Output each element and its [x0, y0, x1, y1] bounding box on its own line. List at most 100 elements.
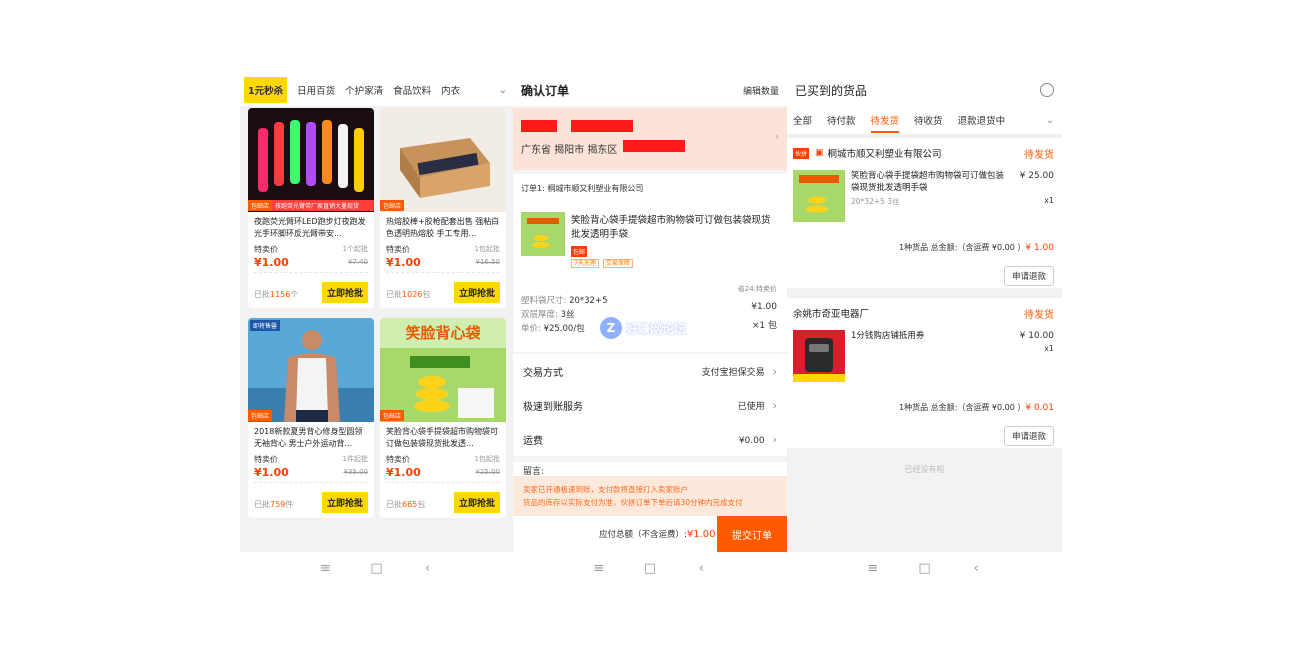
price-label: 特卖价: [254, 455, 278, 464]
goods-price: ¥1.00: [751, 302, 777, 312]
shop-name: 桐城市顺又利塑业有限公司: [827, 149, 942, 160]
product-image: [380, 108, 506, 212]
order-card[interactable]: 余姚市奇亚电器厂 待发货 1分钱购店铺抵用券 ¥ 10.00 x1 1种货品 总…: [787, 298, 1062, 448]
goods-quantity: x1: [1044, 196, 1054, 205]
sold-count: 已批1026包: [386, 289, 430, 300]
sum-label: 1种货品 总金额:（含运费 ¥0.00 ）: [899, 243, 1026, 252]
request-refund-button[interactable]: 申请退款: [1003, 426, 1054, 446]
total-label: 应付总额（不含运费）:: [599, 530, 687, 540]
product-card[interactable]: 包邮店 热熔胶棒+胶枪配套出售 强粘白色透明热熔胶 手工专用... 特卖价 1包…: [380, 108, 506, 308]
back-icon[interactable]: ‹: [418, 561, 438, 576]
product-card[interactable]: 包邮店 夜跑荧光臂带厂家直销大量现货 夜跑荧光臂环LED跑步灯夜跑发光手环脚环反…: [248, 108, 374, 308]
original-price: ¥35.00: [343, 468, 369, 476]
goods-spec: 20*32+5 3丝: [851, 197, 900, 206]
order-shop: 伙拼 ▣ 桐城市顺又利塑业有限公司: [793, 146, 942, 160]
chevron-down-icon[interactable]: ⌄: [499, 85, 507, 96]
original-price: ¥7.40: [347, 258, 368, 266]
buy-now-button[interactable]: 立即抢批: [453, 282, 500, 303]
back-icon[interactable]: ‹: [966, 561, 986, 576]
chevron-right-icon: ›: [774, 130, 779, 143]
goods-quantity: x1: [1044, 344, 1054, 353]
product-card[interactable]: 即将售罄 包邮店 2018新款夏男背心修身型圆领无袖背心 男士户外运动背... …: [248, 318, 374, 518]
android-nav-bar: ≡ □ ‹: [513, 552, 787, 584]
order-card[interactable]: 伙拼 ▣ 桐城市顺又利塑业有限公司 待发货 笑脸背心袋手提袋超市购物袋可订做包装…: [787, 138, 1062, 288]
sold-prefix: 已批: [254, 290, 270, 299]
category-tab[interactable]: 个护家清: [345, 83, 383, 97]
spec-thickness: 双层厚度: 3丝: [521, 308, 575, 320]
order-status: 待发货: [1024, 310, 1054, 321]
order-status: 待发货: [1024, 150, 1054, 161]
home-icon[interactable]: □: [640, 561, 660, 576]
header: 确认订单 编辑数量: [513, 74, 787, 106]
category-tab[interactable]: 日用百货: [297, 83, 335, 97]
payment-notice: 卖家已开通极速到账，支付款将直接打入卖家账户 货品的库存以实际支付为准，伙拼订单…: [513, 476, 787, 516]
goods-price: ¥ 25.00: [1019, 171, 1054, 181]
message-field[interactable]: 留言:: [513, 462, 787, 477]
home-icon[interactable]: □: [367, 561, 387, 576]
sold-unit: 个: [290, 290, 299, 299]
product-title: 2018新款夏男背心修身型圆领无袖背心 男士户外运动背...: [254, 427, 363, 448]
option-shipping[interactable]: 运费 ¥0.00 ›: [513, 422, 787, 456]
request-refund-button[interactable]: 申请退款: [1003, 266, 1054, 286]
page-title: 已买到的货品: [795, 83, 868, 98]
redacted-name: [521, 120, 557, 132]
sold-unit: 包: [422, 290, 431, 299]
sold-prefix: 已批: [254, 500, 270, 509]
address-card[interactable]: 广东省 揭阳市 揭东区 ›: [513, 108, 787, 170]
tab-pending-shipment[interactable]: 待发货: [870, 105, 899, 135]
tab-all[interactable]: 全部: [793, 105, 812, 135]
category-tab[interactable]: 1元秒杀: [244, 77, 288, 103]
option-value: ¥0.00: [738, 435, 765, 446]
chevron-right-icon: ›: [772, 364, 777, 378]
sold-number: 665: [402, 500, 418, 509]
min-order: 1件起批: [342, 455, 368, 463]
min-order: 1包起批: [474, 455, 500, 463]
category-tab[interactable]: 食品饮料: [393, 83, 431, 97]
service-badge: 7天无理: [571, 259, 599, 268]
goods-title: 1分钱购店铺抵用券: [851, 331, 925, 341]
back-icon[interactable]: ‹: [691, 561, 711, 576]
no-more-text: 已经没有啦: [904, 465, 945, 474]
edit-quantity-link[interactable]: 编辑数量: [743, 84, 779, 97]
shop-name: 余姚市奇亚电器厂: [793, 309, 870, 320]
sold-prefix: 已批: [386, 500, 402, 509]
sold-count: 已批1156个: [254, 289, 298, 300]
flash-sale-panel: 1元秒杀 日用百货 个护家清 食品饮料 内衣 ⌄ 包邮店 夜跑荧光臂带厂家直销大…: [240, 74, 513, 584]
price-label-row: 特卖价 1个起批: [254, 244, 368, 255]
product-image-caption: 笑脸背心袋: [405, 324, 481, 342]
category-bar: 1元秒杀 日用百货 个护家清 食品饮料 内衣 ⌄: [240, 74, 513, 106]
option-value-wrap: 已使用 ›: [738, 399, 777, 412]
watermark: Z 好赚网论坛: [600, 317, 686, 339]
tab-pending-payment[interactable]: 待付款: [827, 105, 856, 135]
tab-pending-receipt[interactable]: 待收货: [914, 105, 943, 135]
divider: [254, 272, 368, 273]
spec-value: ¥25.00/包: [543, 324, 585, 334]
buy-now-button[interactable]: 立即抢批: [321, 282, 368, 303]
submit-order-button[interactable]: 提交订单: [717, 516, 787, 552]
goods-quantity: ×1 包: [751, 321, 777, 331]
buy-now-button[interactable]: 立即抢批: [321, 492, 368, 513]
redacted-address: [623, 140, 685, 152]
sum-label: 1种货品 总金额:（含运费 ¥0.00 ）: [899, 403, 1026, 412]
menu-icon[interactable]: ≡: [589, 561, 609, 576]
goods-thumbnail: [793, 170, 845, 222]
spec-size: 塑料袋尺寸: 20*32+5: [521, 294, 608, 306]
buy-now-button[interactable]: 立即抢批: [453, 492, 500, 513]
option-label: 极速到账服务: [523, 401, 583, 413]
option-fast-arrival[interactable]: 极速到账服务 已使用 ›: [513, 388, 787, 422]
price-label: 特卖价: [254, 245, 278, 254]
min-order: 1个起批: [342, 245, 368, 253]
product-price: ¥1.00: [254, 256, 289, 269]
tab-refunds[interactable]: 退款退货中: [958, 105, 1006, 135]
search-icon[interactable]: [1040, 83, 1054, 97]
order-sum: 1种货品 总金额:（含运费 ¥0.00 ）¥ 1.00: [899, 242, 1054, 253]
free-shipping-badge: 包邮店: [380, 410, 405, 421]
menu-icon[interactable]: ≡: [863, 561, 883, 576]
category-tab[interactable]: 内衣: [441, 83, 460, 97]
option-payment[interactable]: 交易方式 支付宝担保交易 ›: [513, 354, 787, 388]
product-card[interactable]: 笑脸背心袋 包邮店 笑脸背心袋手提袋超市购物袋可订做包装袋现货批发透... 特卖…: [380, 318, 506, 518]
chevron-down-icon[interactable]: ⌄: [1046, 115, 1054, 126]
screenshot-stage: 1元秒杀 日用百货 个护家清 食品饮料 内衣 ⌄ 包邮店 夜跑荧光臂带厂家直销大…: [240, 74, 1062, 584]
home-icon[interactable]: □: [914, 561, 934, 576]
menu-icon[interactable]: ≡: [316, 561, 336, 576]
